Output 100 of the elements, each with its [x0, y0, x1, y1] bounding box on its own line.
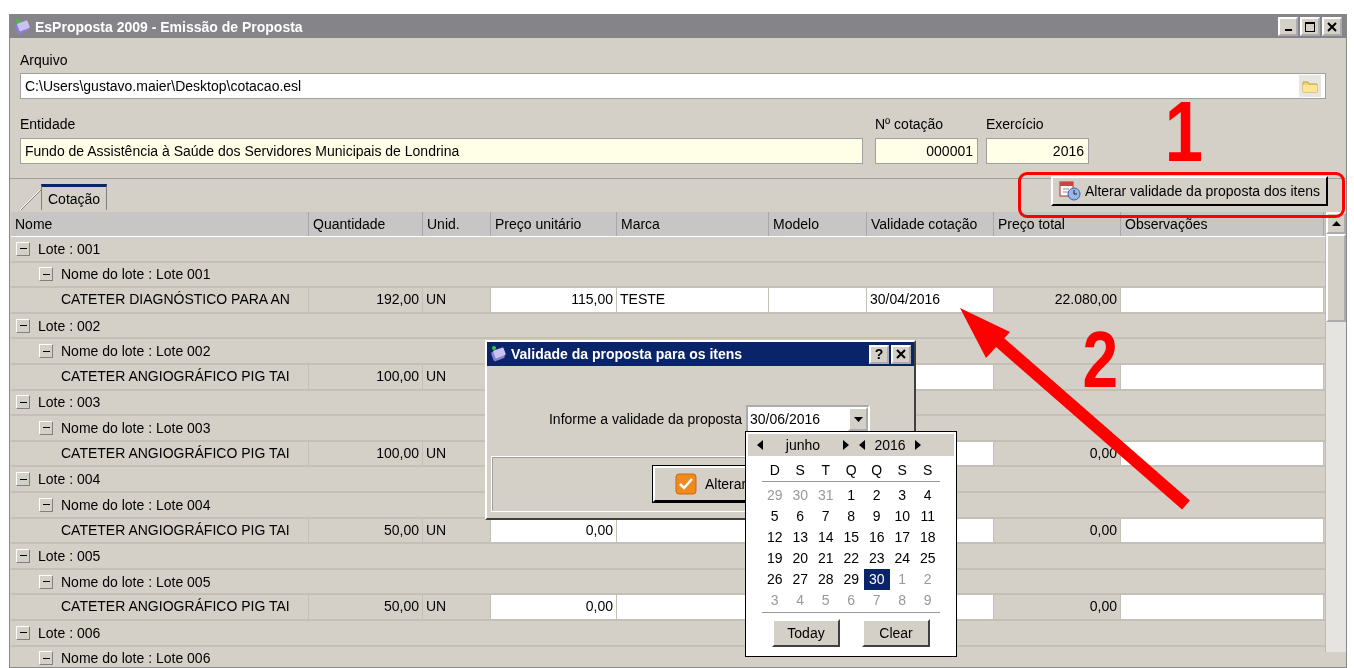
table-cell[interactable]: 30/04/2016: [867, 288, 994, 312]
tab[interactable]: Cotação: [41, 184, 108, 210]
table-cell: CATETER ANGIOGRÁFICO PIG TAI: [57, 518, 309, 543]
help-button[interactable]: ?: [869, 344, 889, 364]
calendar-day[interactable]: 27: [787, 569, 813, 590]
collapse-toggle[interactable]: [39, 497, 53, 512]
table-cell[interactable]: [1121, 288, 1324, 312]
calendar-day[interactable]: 12: [762, 527, 788, 548]
collapse-toggle[interactable]: [16, 241, 30, 256]
table-cell[interactable]: TESTE: [617, 288, 769, 312]
calendar-day[interactable]: 1: [838, 485, 864, 506]
column-header[interactable]: Marca: [617, 212, 769, 236]
calendar-day[interactable]: 2: [864, 485, 890, 506]
calendar-day[interactable]: 6: [787, 506, 813, 527]
dropdown-button[interactable]: [848, 407, 868, 431]
table-cell[interactable]: [769, 288, 867, 312]
file-path-field[interactable]: C:\Users\gustavo.maier\Desktop\cotacao.esl: [20, 73, 1326, 99]
scrollbar[interactable]: [1325, 212, 1346, 652]
maximize-button[interactable]: [1300, 17, 1320, 36]
calendar-day[interactable]: 4: [915, 485, 941, 506]
dialog-title: Validade da proposta para os itens: [511, 346, 744, 362]
group-label: Lote : 002: [38, 317, 101, 334]
entity-field[interactable]: Fundo de Assistência à Saúde dos Servidores Municipais de Londrina: [20, 138, 863, 164]
year-field[interactable]: 2016: [986, 138, 1089, 164]
calendar-day[interactable]: 5: [762, 506, 788, 527]
calendar-day[interactable]: 11: [915, 506, 941, 527]
calendar-day[interactable]: 23: [864, 548, 890, 569]
collapse-toggle[interactable]: [39, 267, 53, 282]
collapse-toggle[interactable]: [39, 651, 53, 666]
minimize-button[interactable]: [1278, 17, 1298, 36]
table-cell: 100,00: [309, 364, 423, 389]
table-cell[interactable]: 0,00: [491, 518, 617, 543]
column-header[interactable]: Modelo: [769, 212, 867, 236]
calendar-day[interactable]: 30: [864, 569, 890, 590]
annotation-number: 2: [1082, 320, 1119, 400]
scroll-thumb[interactable]: [1326, 234, 1346, 322]
collapse-toggle[interactable]: [16, 548, 30, 563]
calendar-day[interactable]: 18: [915, 527, 941, 548]
calendar-day[interactable]: 16: [864, 527, 890, 548]
today-button[interactable]: Today: [772, 619, 840, 647]
column-header[interactable]: Preço unitário: [491, 212, 617, 236]
collapse-toggle[interactable]: [16, 318, 30, 333]
calendar-day[interactable]: 19: [762, 548, 788, 569]
table-cell[interactable]: [1121, 364, 1324, 389]
calendar-day[interactable]: 3: [889, 485, 915, 506]
calendar-day[interactable]: 21: [813, 548, 839, 569]
calendar-day[interactable]: 28: [813, 569, 839, 590]
calendar-day[interactable]: 13: [787, 527, 813, 548]
column-header[interactable]: Quantidade: [309, 212, 423, 236]
table-cell: CATETER DIAGNÓSTICO PARA AN: [57, 288, 309, 312]
right-triangle-icon: [843, 440, 849, 450]
collapse-toggle[interactable]: [16, 625, 30, 640]
scroll-up-button[interactable]: [1326, 212, 1346, 234]
table-cell[interactable]: 0,00: [491, 595, 617, 619]
column-header[interactable]: Nome: [11, 212, 309, 236]
calendar-day[interactable]: 10: [889, 506, 915, 527]
clear-button[interactable]: Clear: [862, 619, 930, 647]
calendar-day[interactable]: 15: [838, 527, 864, 548]
weekday-label: T: [820, 461, 832, 480]
year-label: 2016: [873, 437, 907, 453]
calendar-day[interactable]: 9: [864, 506, 890, 527]
group-label: Lote : 003: [38, 394, 101, 411]
calendar-day[interactable]: 14: [813, 527, 839, 548]
table-cell[interactable]: 115,00: [491, 288, 617, 312]
weekday-label: S: [922, 461, 934, 480]
table-cell: CATETER ANGIOGRÁFICO PIG TAI: [57, 595, 309, 619]
collapse-toggle[interactable]: [16, 472, 30, 487]
column-header[interactable]: Validade cotação: [867, 212, 994, 236]
group-label: Nome do lote : Lote 004: [61, 496, 211, 513]
collapse-toggle[interactable]: [39, 344, 53, 359]
close-button[interactable]: [1322, 17, 1342, 36]
close-button[interactable]: [891, 344, 911, 364]
table-cell[interactable]: [1121, 595, 1324, 619]
calendar-day[interactable]: 8: [838, 506, 864, 527]
calendar-day[interactable]: 29: [838, 569, 864, 590]
weekday-label: Q: [870, 461, 884, 480]
weekday-label: S: [794, 461, 806, 480]
window-title: EsProposta 2009 - Emissão de Proposta: [35, 18, 304, 35]
calendar-day[interactable]: 22: [838, 548, 864, 569]
calendar-day[interactable]: 20: [787, 548, 813, 569]
calendar-day[interactable]: 24: [889, 548, 915, 569]
calendar-day[interactable]: 17: [889, 527, 915, 548]
weekday-label: S: [896, 461, 908, 480]
column-header[interactable]: Observações: [1121, 212, 1324, 236]
date-field[interactable]: 30/06/2016: [746, 405, 870, 433]
calendar-day[interactable]: 7: [813, 506, 839, 527]
quote-number-field[interactable]: 000001: [875, 138, 978, 164]
calendar-day[interactable]: 26: [762, 569, 788, 590]
table-cell: CATETER ANGIOGRÁFICO PIG TAI: [57, 364, 309, 389]
collapse-toggle[interactable]: [16, 395, 30, 410]
collapse-toggle[interactable]: [39, 420, 53, 435]
change-validity-button[interactable]: Alterar validade da proposta dos itens: [1050, 176, 1328, 206]
group-label: Lote : 006: [38, 624, 101, 641]
checkmark-icon: [675, 473, 697, 495]
table-cell[interactable]: [1121, 518, 1324, 543]
field-label: Nº cotação: [875, 115, 945, 133]
column-header[interactable]: Unid.: [423, 212, 491, 236]
collapse-toggle[interactable]: [39, 574, 53, 589]
calendar-day[interactable]: 25: [915, 548, 941, 569]
column-header[interactable]: Preço total: [994, 212, 1121, 236]
